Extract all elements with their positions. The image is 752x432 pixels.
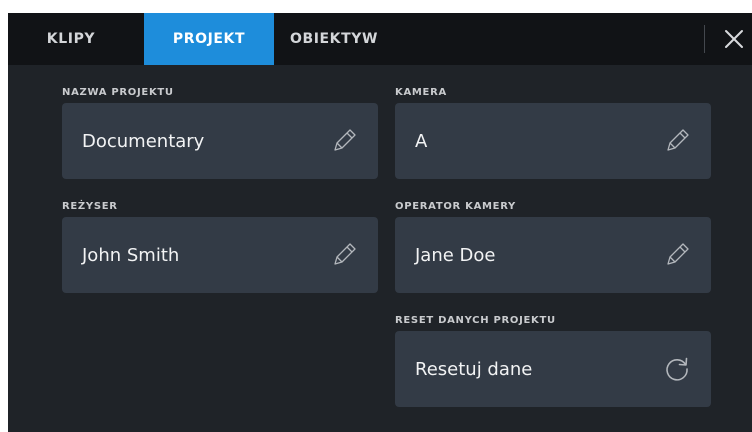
tab-project[interactable]: PROJEKT bbox=[144, 13, 274, 65]
tab-bar: KLIPY PROJEKT OBIEKTYW bbox=[8, 13, 752, 65]
project-settings-screen: KLIPY PROJEKT OBIEKTYW NAZWA PROJEKTU Do… bbox=[8, 13, 752, 432]
camera-field[interactable]: A bbox=[395, 103, 711, 179]
reset-project-button[interactable]: Resetuj dane bbox=[395, 331, 711, 407]
camera-operator-field[interactable]: Jane Doe bbox=[395, 217, 711, 293]
pencil-icon bbox=[667, 243, 689, 265]
project-name-field[interactable]: Documentary bbox=[62, 103, 378, 179]
camera-operator-label: OPERATOR KAMERY bbox=[395, 201, 516, 212]
reset-project-label: RESET DANYCH PROJEKTU bbox=[395, 315, 556, 326]
tab-lens[interactable]: OBIEKTYW bbox=[274, 13, 394, 65]
director-label: REŻYSER bbox=[62, 201, 118, 212]
project-name-label: NAZWA PROJEKTU bbox=[62, 87, 174, 98]
camera-label: KAMERA bbox=[395, 87, 447, 98]
tab-clips[interactable]: KLIPY bbox=[8, 13, 134, 65]
director-value: John Smith bbox=[82, 244, 180, 266]
close-icon bbox=[725, 30, 743, 48]
refresh-icon bbox=[666, 357, 688, 381]
pencil-icon bbox=[334, 243, 356, 265]
director-field[interactable]: John Smith bbox=[62, 217, 378, 293]
camera-operator-value: Jane Doe bbox=[415, 244, 496, 266]
close-button[interactable] bbox=[720, 25, 748, 53]
pencil-icon bbox=[667, 129, 689, 151]
tab-divider bbox=[704, 25, 705, 53]
project-name-value: Documentary bbox=[82, 130, 205, 152]
reset-project-value: Resetuj dane bbox=[415, 358, 533, 380]
pencil-icon bbox=[334, 129, 356, 151]
camera-value: A bbox=[415, 130, 428, 152]
